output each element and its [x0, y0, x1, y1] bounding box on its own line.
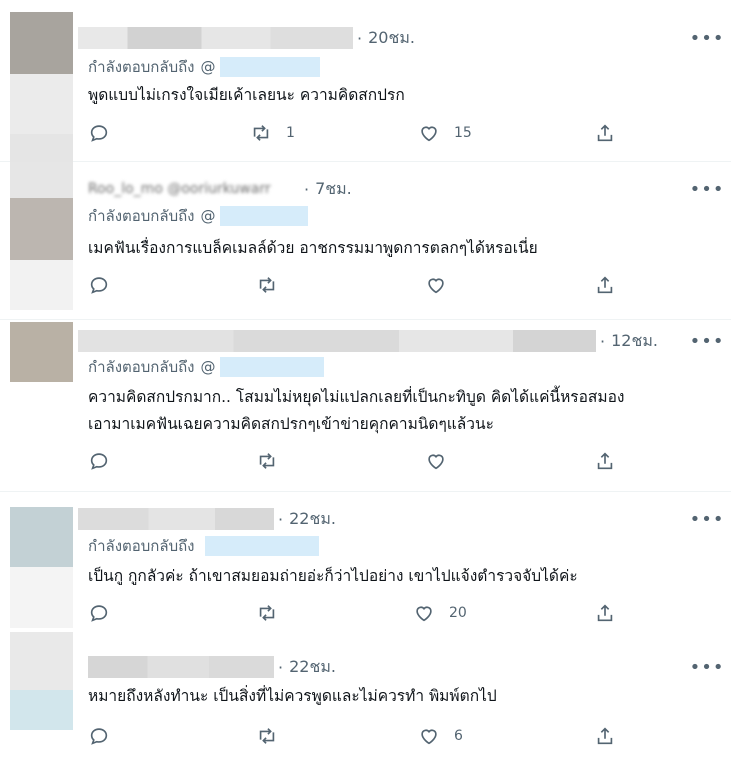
share-button[interactable]	[594, 722, 616, 750]
reply-button[interactable]	[88, 271, 110, 299]
reply-context: กำลังตอบกลับถึง @	[88, 55, 320, 79]
redacted-handle: Roo_lo_mo @ooriurkuwarr	[88, 181, 271, 197]
retweet-icon	[259, 277, 275, 293]
like-button[interactable]: 20	[413, 599, 467, 627]
tweet-time[interactable]: 12ชม.	[611, 329, 658, 354]
reply-button[interactable]	[88, 447, 110, 475]
tweet-time[interactable]: 22ชม.	[289, 507, 336, 532]
redacted-mention	[219, 206, 308, 226]
share-button[interactable]	[594, 599, 616, 627]
avatar[interactable]	[10, 492, 73, 628]
like-button[interactable]: 6	[418, 722, 463, 750]
reply-context: กำลังตอบกลับถึง @	[88, 204, 308, 228]
more-icon[interactable]: •••	[690, 177, 724, 201]
like-button[interactable]	[425, 271, 461, 299]
share-button[interactable]	[594, 119, 616, 147]
reply-context: กำลังตอบกลับถึง @	[88, 355, 324, 379]
heart-icon	[421, 126, 437, 142]
author-row[interactable]: · 20ชม.	[78, 26, 415, 50]
avatar[interactable]	[10, 162, 73, 320]
retweet-button[interactable]	[256, 447, 292, 475]
tweet-time[interactable]: 22ชม.	[289, 655, 336, 680]
author-row[interactable]: · 22ชม.	[88, 655, 336, 679]
heart-icon	[421, 729, 437, 745]
retweet-button[interactable]: 1	[250, 119, 295, 147]
redacted-mention	[219, 357, 324, 377]
tweet[interactable]: Roo_lo_mo @ooriurkuwarr · 7ชม. ••• กำลัง…	[0, 162, 731, 320]
author-row[interactable]: · 22ชม.	[78, 507, 336, 531]
more-icon[interactable]: •••	[690, 26, 724, 50]
share-icon	[597, 276, 613, 294]
reply-icon	[90, 605, 108, 622]
retweet-icon	[259, 728, 275, 744]
tweet-time[interactable]: 7ชม.	[315, 177, 352, 202]
tweet-text-line: ความคิดสกปรกมาก.. โสมมไม่หยุดไม่แปลกเลยท…	[88, 387, 625, 406]
tweet-text-line: เอามาเมคฟันเฉยความคิดสกปรกๆเข้าข่ายคุกคา…	[88, 414, 494, 433]
avatar[interactable]	[10, 320, 73, 492]
reply-context: กำลังตอบกลับถึง	[88, 534, 319, 558]
redacted-handle	[78, 330, 596, 352]
tweet[interactable]: · 20ชม. ••• กำลังตอบกลับถึง @ พูดแบบไม่เ…	[0, 0, 731, 162]
redacted-mention	[204, 536, 319, 556]
share-button[interactable]	[594, 271, 616, 299]
reply-icon	[90, 277, 108, 294]
reply-icon	[90, 728, 108, 745]
share-icon	[597, 124, 613, 142]
avatar[interactable]	[10, 0, 73, 162]
reply-icon	[90, 453, 108, 470]
redacted-handle	[88, 656, 274, 678]
redacted-handle	[78, 508, 274, 530]
redacted-handle	[78, 27, 353, 49]
tweet-feed: · 20ชม. ••• กำลังตอบกลับถึง @ พูดแบบไม่เ…	[0, 0, 731, 764]
share-icon	[597, 604, 613, 622]
heart-icon	[428, 278, 444, 294]
tweet-text: เมคฟันเรื่องการแบล็คเมลล์ด้วย อาชกรรมมาพ…	[88, 238, 538, 257]
avatar[interactable]	[10, 628, 73, 764]
more-icon[interactable]: •••	[690, 507, 724, 531]
retweet-button[interactable]	[256, 599, 292, 627]
more-icon[interactable]: •••	[690, 655, 724, 679]
retweet-icon	[253, 125, 269, 141]
retweet-button[interactable]	[256, 722, 292, 750]
share-button[interactable]	[594, 447, 616, 475]
tweet[interactable]: · 22ชม. ••• หมายถึงหลังทำนะ เป็นสิ่งที่ไ…	[0, 628, 731, 764]
author-row[interactable]: · 12ชม.	[78, 329, 658, 353]
share-icon	[597, 452, 613, 470]
tweet[interactable]: · 22ชม. ••• กำลังตอบกลับถึง เป็นกู กูกลั…	[0, 492, 731, 628]
tweet-text: หมายถึงหลังทำนะ เป็นสิ่งที่ไม่ควรพูดและไ…	[88, 686, 497, 705]
tweet-text: เป็นกู กูกลัวค่ะ ถ้าเขาสมยอมถ่ายอ่ะก็ว่า…	[88, 566, 578, 585]
retweet-icon	[259, 605, 275, 621]
tweet-text: พูดแบบไม่เกรงใจเมียเค้าเลยนะ ความคิดสกปร…	[88, 85, 405, 104]
reply-icon	[90, 125, 108, 142]
retweet-icon	[259, 453, 275, 469]
redacted-mention	[219, 57, 320, 77]
reply-button[interactable]	[88, 722, 110, 750]
reply-button[interactable]	[88, 599, 110, 627]
tweet-time[interactable]: 20ชม.	[368, 26, 415, 51]
retweet-button[interactable]	[256, 271, 292, 299]
heart-icon	[428, 454, 444, 470]
reply-button[interactable]	[88, 119, 110, 147]
like-button[interactable]: 15	[418, 119, 472, 147]
tweet[interactable]: · 12ชม. ••• กำลังตอบกลับถึง @ ความคิดสกป…	[0, 320, 731, 492]
like-button[interactable]	[425, 447, 461, 475]
heart-icon	[416, 606, 432, 622]
share-icon	[597, 727, 613, 745]
author-row[interactable]: Roo_lo_mo @ooriurkuwarr · 7ชม.	[88, 177, 352, 201]
more-icon[interactable]: •••	[690, 329, 724, 353]
